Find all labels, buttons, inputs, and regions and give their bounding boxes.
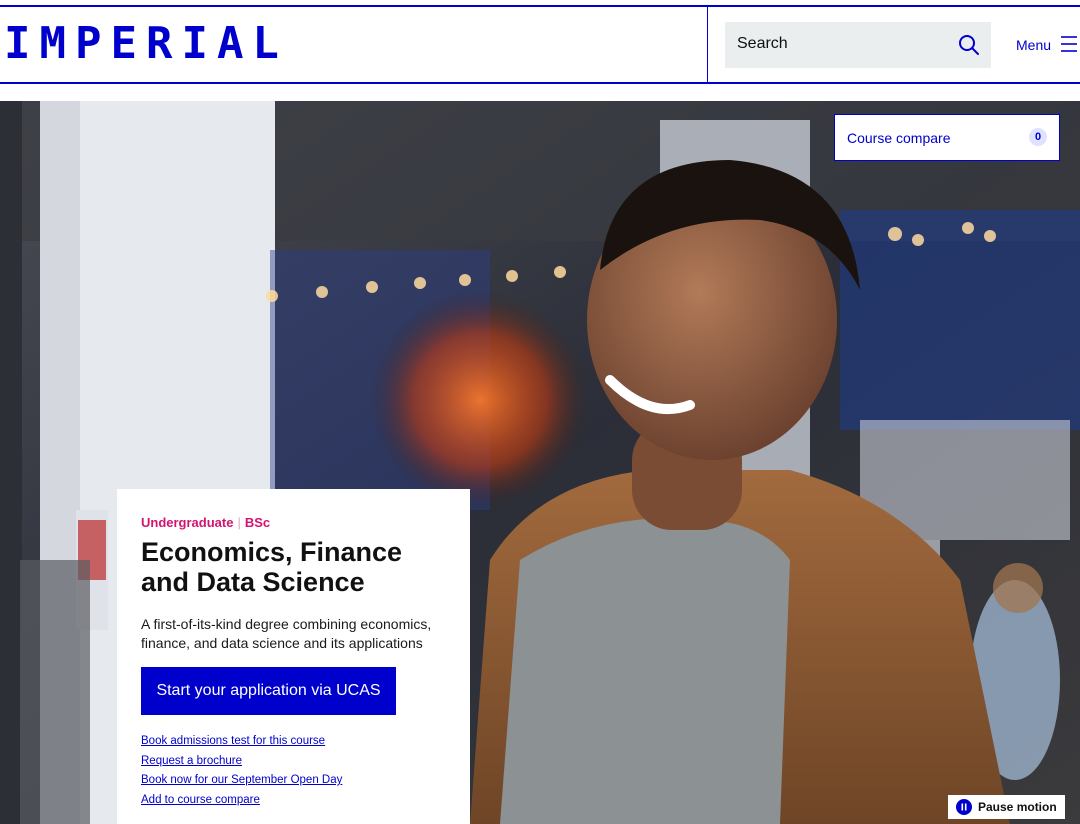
imperial-logo[interactable]: IMPERIAL [4, 18, 288, 70]
site-header: IMPERIAL Search Menu [0, 0, 1080, 84]
course-info-card: Undergraduate | BSc Economics, Finance and… [117, 489, 470, 824]
course-eyebrow: Undergraduate | BSc [141, 515, 270, 530]
course-compare-label: Course compare [847, 130, 951, 146]
menu-label: Menu [1016, 37, 1052, 53]
course-title: Economics, Finance and Data Science [141, 537, 403, 597]
search-box[interactable]: Search [725, 22, 991, 68]
course-compare-count: 0 [1029, 128, 1047, 146]
course-level: Undergraduate [141, 515, 234, 530]
header-top-rule [0, 5, 1080, 7]
pause-motion-label: Pause motion [978, 800, 1057, 814]
header-divider [707, 7, 708, 82]
search-placeholder: Search [737, 35, 788, 52]
open-day-link[interactable]: Book now for our September Open Day [141, 771, 342, 791]
hamburger-icon [1061, 36, 1077, 52]
course-degree: BSc [244, 515, 271, 530]
course-compare-button[interactable]: Course compare 0 [834, 114, 1060, 161]
header-bottom-rule [0, 82, 1080, 84]
course-links: Book admissions test for this course Req… [141, 732, 342, 810]
eyebrow-separator: | [237, 515, 241, 530]
course-description: A first-of-its-kind degree combining eco… [141, 616, 432, 651]
ucas-application-button[interactable]: Start your application via UCAS [141, 667, 396, 715]
menu-button[interactable]: Menu [1016, 30, 1080, 60]
pause-icon [956, 799, 972, 815]
pause-motion-button[interactable]: Pause motion [948, 795, 1065, 819]
book-admissions-test-link[interactable]: Book admissions test for this course [141, 732, 342, 752]
search-icon [959, 35, 979, 55]
add-to-compare-link[interactable]: Add to course compare [141, 791, 342, 811]
request-brochure-link[interactable]: Request a brochure [141, 752, 342, 772]
